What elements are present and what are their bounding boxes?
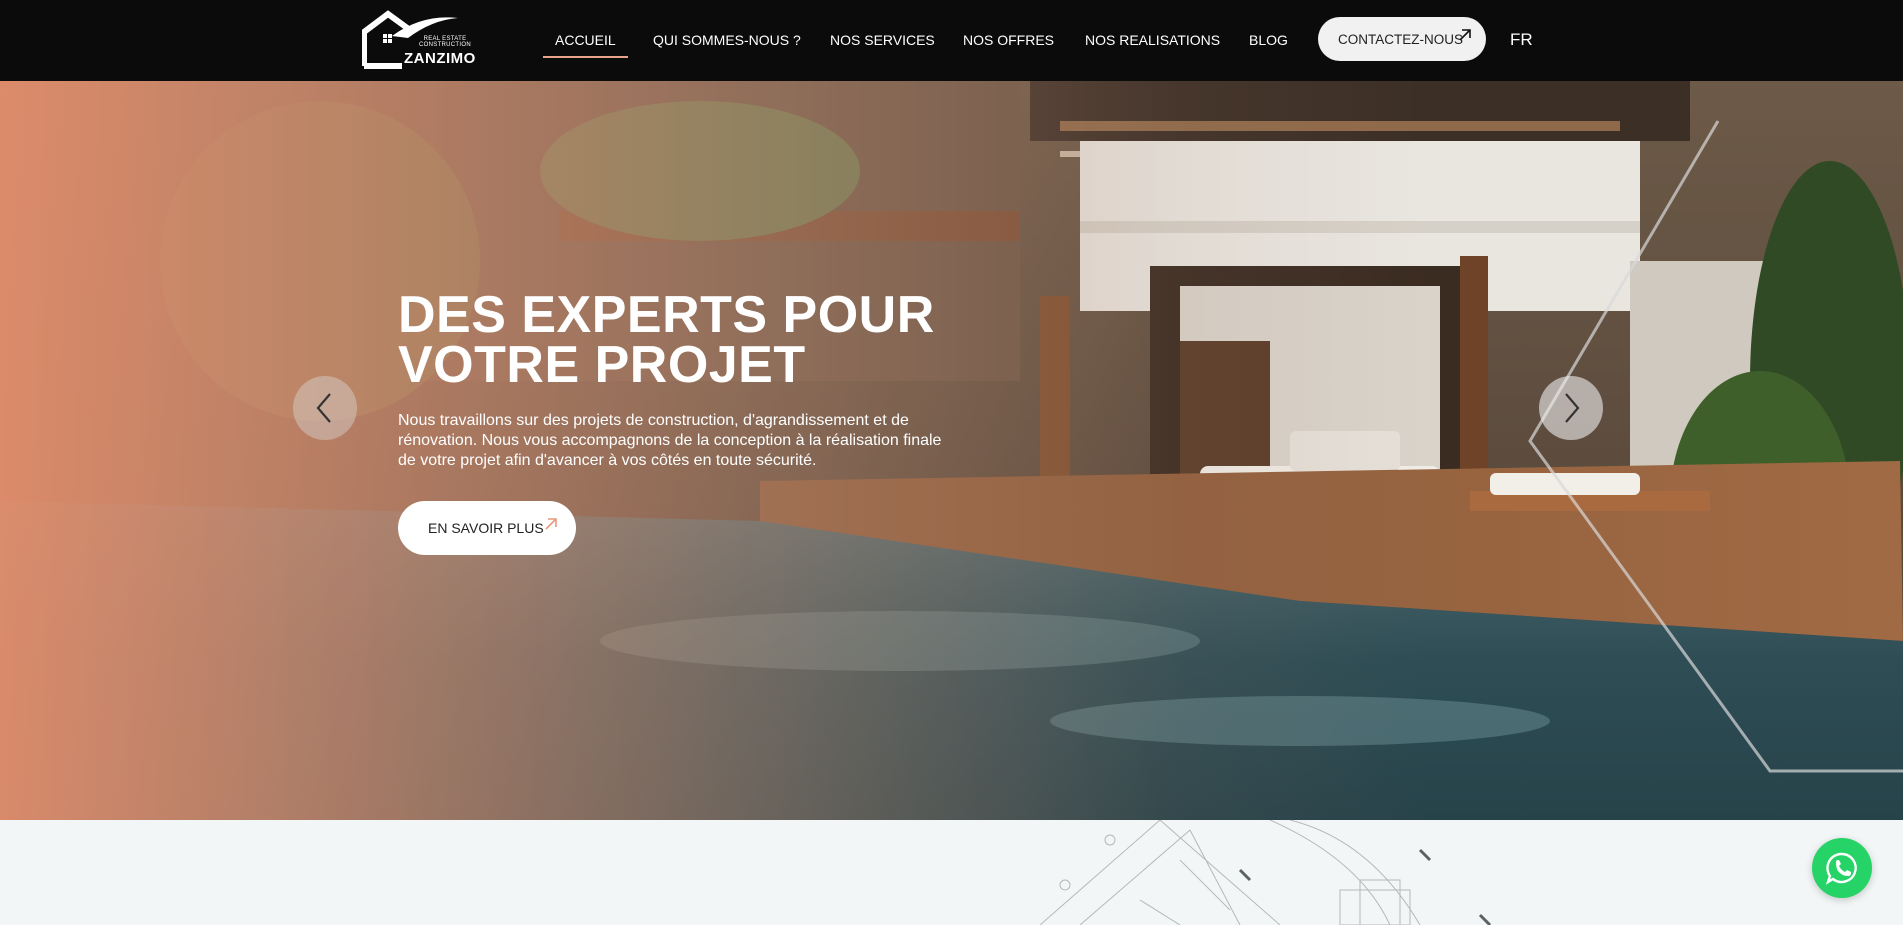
logo-brand: ZANZIMO	[404, 50, 476, 67]
hero-description: Nous travaillons sur des projets de cons…	[398, 412, 942, 469]
blueprint-decoration	[1040, 820, 1492, 925]
nav-nos-offres[interactable]: NOS OFFRES	[963, 32, 1054, 48]
slider-prev-button[interactable]	[293, 376, 357, 440]
whatsapp-icon	[1825, 852, 1857, 885]
nav-accueil[interactable]: ACCUEIL	[543, 32, 628, 58]
language-switcher[interactable]: FR	[1510, 30, 1533, 50]
nav-qui-sommes-nous[interactable]: QUI SOMMES-NOUS ?	[653, 32, 801, 48]
contact-button-label: CONTACTEZ-NOUS	[1338, 31, 1463, 47]
learn-more-label: EN SAVOIR PLUS	[428, 520, 544, 536]
chevron-right-icon	[1565, 393, 1580, 423]
site-logo[interactable]: REAL ESTATE CONSTRUCTION ZANZIMO	[362, 10, 480, 70]
hero-title: DES EXPERTS POUR VOTRE PROJET	[398, 286, 935, 394]
learn-more-button[interactable]: EN SAVOIR PLUS	[398, 501, 576, 555]
arrow-up-right-icon	[544, 517, 558, 536]
slider-next-button[interactable]	[1539, 376, 1603, 440]
arrow-up-right-icon	[1458, 27, 1472, 47]
logo-tagline: REAL ESTATE CONSTRUCTION	[419, 36, 471, 48]
nav-nos-realisations[interactable]: NOS REALISATIONS	[1085, 32, 1220, 48]
hero-slider: DES EXPERTS POUR VOTRE PROJET Nous trava…	[0, 81, 1903, 820]
contact-button[interactable]: CONTACTEZ-NOUS	[1318, 17, 1486, 61]
whatsapp-button[interactable]	[1812, 838, 1872, 898]
site-header: REAL ESTATE CONSTRUCTION ZANZIMO ACCUEIL…	[0, 0, 1903, 81]
nav-nos-services[interactable]: NOS SERVICES	[830, 32, 935, 48]
chevron-left-icon	[316, 393, 331, 423]
next-section	[0, 820, 1903, 925]
nav-blog[interactable]: BLOG	[1249, 32, 1288, 48]
